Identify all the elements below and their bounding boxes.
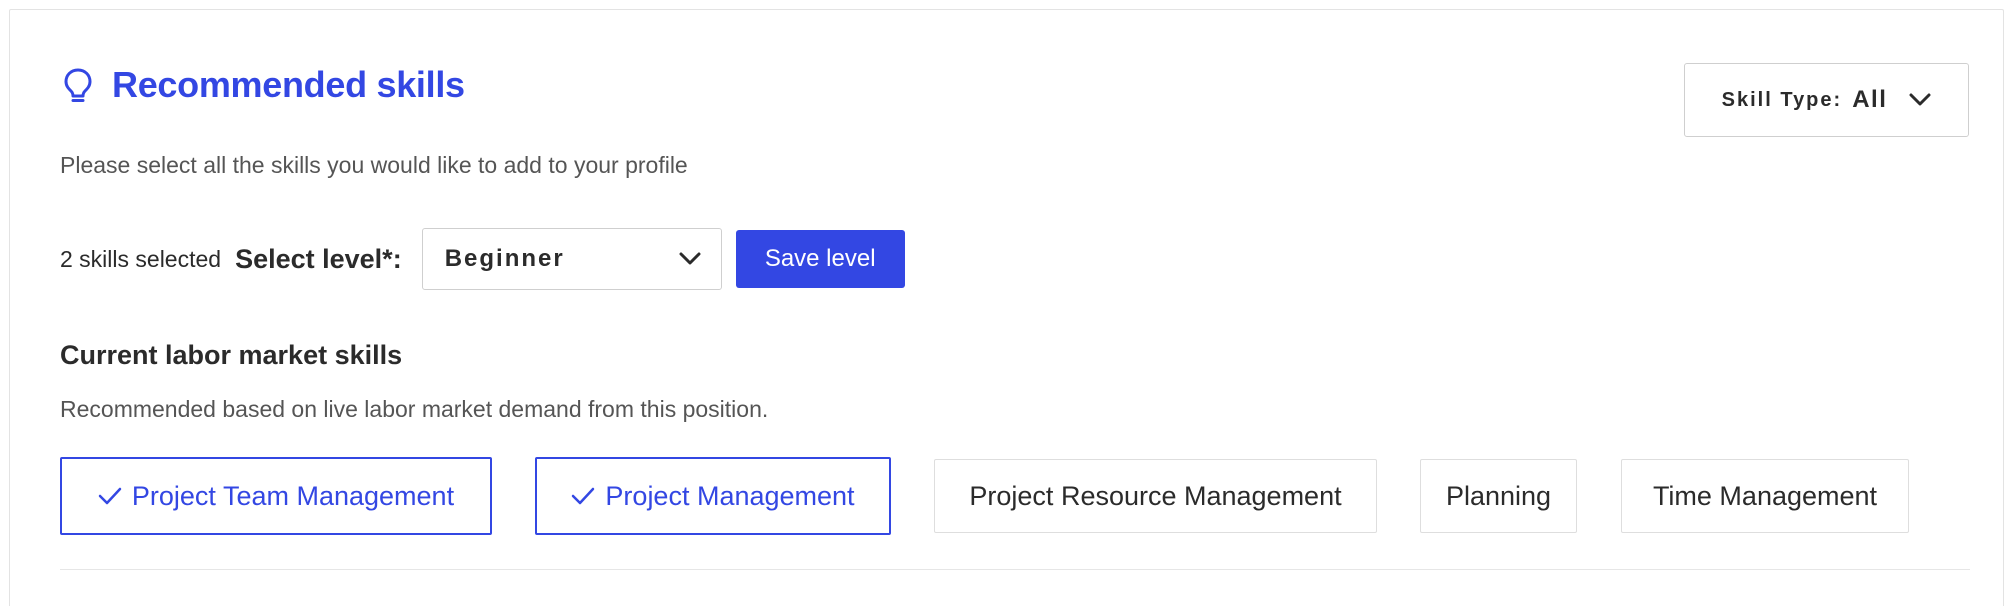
section-subtitle: Recommended based on live labor market d… [60, 396, 769, 422]
skill-chip-project-team-management[interactable]: Project Team Management [60, 457, 492, 535]
check-icon [572, 487, 595, 505]
section-title: Current labor market skills [60, 340, 403, 370]
skill-chip-label: Time Management [1652, 480, 1878, 511]
level-select-value: Beginner [444, 245, 565, 272]
level-row: 2 skills selected Select level*: Beginne… [60, 228, 905, 290]
skill-chip-label: Project Team Management [131, 480, 455, 511]
skill-chip-project-management[interactable]: Project Management [535, 457, 891, 535]
save-level-button[interactable]: Save level [735, 230, 905, 288]
skill-type-dropdown[interactable]: Skill Type: All [1684, 63, 1969, 137]
page-subtitle: Please select all the skills you would l… [60, 152, 688, 178]
skill-chip-label: Planning [1445, 480, 1552, 511]
chevron-down-icon [1909, 93, 1931, 106]
skill-type-value: All [1852, 86, 1888, 113]
skill-chip-planning[interactable]: Planning [1420, 459, 1577, 533]
skill-chip-label: Project Resource Management [969, 480, 1342, 511]
select-level-label: Select level*: [235, 243, 402, 274]
skill-chip-label: Project Management [605, 480, 855, 511]
title-row: Recommended skills [60, 64, 465, 106]
recommended-skills-card: Recommended skills Skill Type: All Pleas… [9, 9, 2004, 606]
skill-chip-project-resource-management[interactable]: Project Resource Management [934, 459, 1377, 533]
selected-count: 2 skills selected [60, 245, 222, 272]
check-icon [98, 487, 122, 505]
chevron-down-icon [679, 252, 701, 265]
level-select[interactable]: Beginner [421, 228, 722, 290]
page-title: Recommended skills [112, 64, 465, 105]
skill-chip-time-management[interactable]: Time Management [1621, 459, 1909, 533]
lightbulb-icon [64, 68, 92, 102]
skill-type-label: Skill Type: [1721, 88, 1843, 111]
section-divider [60, 569, 1970, 570]
